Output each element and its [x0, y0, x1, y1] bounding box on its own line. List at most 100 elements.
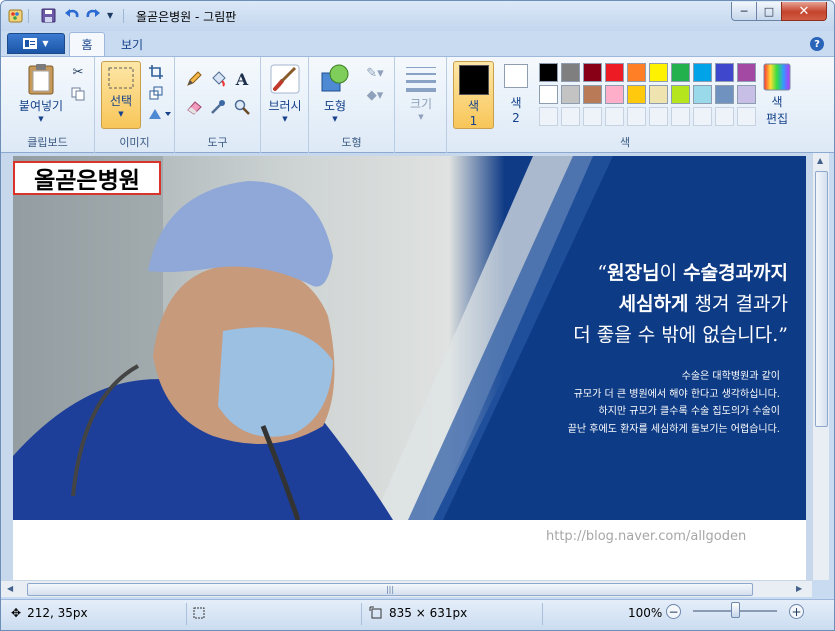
palette-empty-swatch[interactable] [737, 107, 756, 126]
palette-swatch[interactable] [737, 85, 756, 104]
palette-swatch[interactable] [605, 63, 624, 82]
edit-colors-icon [763, 63, 791, 91]
fill-icon[interactable] [207, 69, 229, 89]
zoom-in-button[interactable]: + [789, 604, 804, 619]
minimize-icon: ─ [740, 4, 748, 18]
palette-swatch[interactable] [539, 85, 558, 104]
clipboard-group-label: 클립보드 [27, 136, 68, 149]
palette-empty-swatch[interactable] [539, 107, 558, 126]
pencil-icon[interactable] [183, 69, 205, 89]
color-picker-icon[interactable] [207, 97, 229, 117]
color1-button[interactable]: 색 1 [453, 61, 494, 129]
zoom-slider-thumb[interactable] [731, 602, 740, 618]
palette-swatch[interactable] [539, 63, 558, 82]
scroll-up-icon[interactable]: ▲ [817, 156, 823, 165]
palette-swatch[interactable] [605, 85, 624, 104]
brushes-group: 브러시 ▼ [261, 57, 309, 153]
clipboard-group: 붙여넣기 ▼ ✂ 클립보드 [1, 57, 95, 153]
hospital-name-text[interactable]: 올곧은병원 [13, 161, 161, 195]
tab-view[interactable]: 보기 [111, 32, 153, 56]
chevron-down-icon: ▼ [418, 113, 424, 121]
shapes-group: 도형 ▼ ✎▾ ◆▾ 도형 [309, 57, 395, 153]
palette-empty-swatch[interactable] [583, 107, 602, 126]
palette-empty-swatch[interactable] [671, 107, 690, 126]
palette-swatch[interactable] [561, 85, 580, 104]
palette-empty-swatch[interactable] [627, 107, 646, 126]
help-icon[interactable]: ? [810, 37, 824, 51]
scroll-left-icon[interactable]: ◀ [7, 584, 13, 593]
vertical-scroll-thumb[interactable] [815, 171, 828, 427]
shapes-label: 도형 [323, 99, 347, 113]
horizontal-scrollbar[interactable]: ◀ ||| ▶ [1, 580, 812, 597]
magnifier-icon[interactable] [231, 97, 253, 117]
colors-group-label: 색 [619, 136, 631, 149]
palette-swatch[interactable] [671, 85, 690, 104]
chevron-down-icon: ▼ [118, 110, 124, 118]
palette-empty-swatch[interactable] [605, 107, 624, 126]
brushes-button[interactable]: 브러시 ▼ [265, 63, 305, 123]
palette-swatch[interactable] [693, 63, 712, 82]
edit-colors-label2: 편집 [765, 112, 789, 126]
paste-button[interactable]: 붙여넣기 ▼ [13, 63, 69, 123]
drawing-canvas[interactable]: “원장님이 수술경과까지 세심하게 챙겨 결과가 더 좋을 수 밖에 없습니다.… [13, 156, 806, 580]
select-button[interactable]: 선택 ▼ [101, 61, 141, 129]
status-divider [361, 603, 362, 625]
save-icon[interactable] [41, 7, 57, 25]
palette-swatch[interactable] [715, 85, 734, 104]
resize-icon[interactable] [145, 83, 167, 103]
palette-swatch[interactable] [583, 63, 602, 82]
color2-button[interactable]: 색 2 [501, 64, 531, 125]
window-title: 올곧은병원 - 그림판 [136, 10, 237, 24]
quote-line2: 세심하게 챙겨 결과가 [573, 289, 788, 320]
palette-empty-swatch[interactable] [715, 107, 734, 126]
paste-label: 붙여넣기 [18, 99, 64, 113]
vertical-scrollbar[interactable]: ▲ [812, 153, 829, 580]
crop-icon[interactable] [145, 62, 167, 82]
zoom-level: 100% [628, 606, 663, 620]
size-button[interactable]: 크기 ▼ [401, 65, 441, 121]
palette-swatch[interactable] [693, 85, 712, 104]
shapes-group-label: 도형 [341, 136, 362, 149]
palette-swatch[interactable] [649, 85, 668, 104]
eraser-icon[interactable] [183, 97, 205, 117]
maximize-button[interactable]: □ [756, 2, 782, 21]
cursor-position-value: 212, 35px [27, 606, 88, 620]
palette-swatch[interactable] [627, 85, 646, 104]
chevron-down-icon: ▼ [282, 115, 288, 123]
body-text: 수술은 대학병원과 같이 규모가 더 큰 병원에서 해야 한다고 생각하십니다.… [568, 368, 780, 438]
select-label: 선택 [109, 94, 133, 108]
undo-icon[interactable] [64, 7, 80, 25]
scroll-right-icon[interactable]: ▶ [796, 584, 802, 593]
palette-empty-swatch[interactable] [561, 107, 580, 126]
cut-icon[interactable]: ✂ [67, 62, 89, 82]
edit-colors-button[interactable]: 색 편집 [759, 63, 795, 127]
palette-swatch[interactable] [671, 63, 690, 82]
outline-icon[interactable]: ✎▾ [361, 63, 389, 83]
qat-customize-icon[interactable]: ▼ [107, 11, 113, 29]
zoom-out-button[interactable]: − [666, 604, 681, 619]
palette-swatch[interactable] [583, 85, 602, 104]
redo-icon[interactable] [85, 7, 101, 25]
rotate-icon[interactable] [145, 104, 173, 124]
surgeon-photo: “원장님이 수술경과까지 세심하게 챙겨 결과가 더 좋을 수 밖에 없습니다.… [13, 156, 806, 520]
close-button[interactable]: ✕ [781, 2, 827, 21]
minimize-button[interactable]: ─ [731, 2, 757, 21]
paint-app-icon[interactable] [7, 7, 25, 25]
shapes-button[interactable]: 도형 ▼ [315, 63, 355, 123]
palette-swatch[interactable] [561, 63, 580, 82]
horizontal-scroll-thumb[interactable]: ||| [27, 583, 753, 596]
palette-swatch[interactable] [627, 63, 646, 82]
size-label: 크기 [409, 97, 433, 111]
paint-menu-button[interactable]: ▼ [7, 33, 65, 54]
palette-empty-swatch[interactable] [693, 107, 712, 126]
palette-swatch[interactable] [649, 63, 668, 82]
palette-swatch[interactable] [715, 63, 734, 82]
text-tool-icon[interactable]: A [231, 69, 253, 89]
palette-swatch[interactable] [737, 63, 756, 82]
copy-icon[interactable] [67, 84, 89, 104]
body-line: 수술은 대학병원과 같이 [681, 371, 780, 382]
palette-empty-swatch[interactable] [649, 107, 668, 126]
quote-line1-mid: 이 [659, 262, 684, 284]
fill-shape-icon[interactable]: ◆▾ [361, 85, 389, 105]
tab-home[interactable]: 홈 [69, 32, 105, 56]
